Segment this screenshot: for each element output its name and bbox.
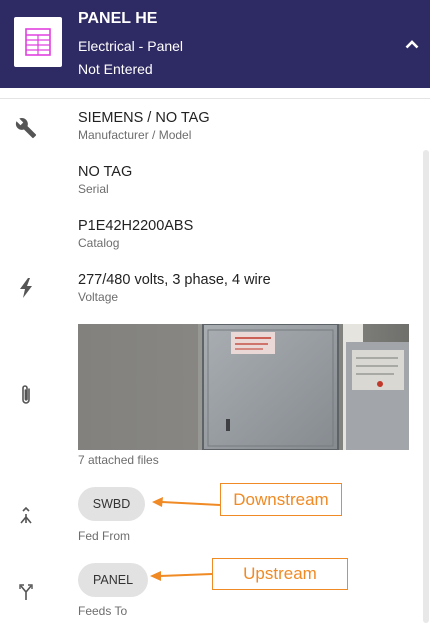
serial-value: NO TAG <box>78 164 133 180</box>
upstream-annotation: Upstream <box>212 558 348 590</box>
paperclip-icon <box>14 383 38 407</box>
merge-arrow-icon <box>14 504 38 528</box>
catalog-label: Catalog <box>78 236 120 250</box>
manufacturer-label: Manufacturer / Model <box>78 128 192 142</box>
asset-status: Not Entered <box>78 61 153 77</box>
collapse-button[interactable] <box>400 34 424 54</box>
downstream-annotation: Downstream <box>220 483 342 516</box>
scrollbar[interactable] <box>423 150 429 623</box>
lightning-bolt-icon <box>14 276 38 300</box>
serial-label: Serial <box>78 182 109 196</box>
attachments-count[interactable]: 7 attached files <box>78 453 159 467</box>
wrench-icon <box>14 116 38 140</box>
feeds-to-label: Feeds To <box>78 604 128 618</box>
fed-from-label: Fed From <box>78 529 131 543</box>
divider <box>0 98 430 99</box>
voltage-value: 277/480 volts, 3 phase, 4 wire <box>78 272 271 288</box>
voltage-label: Voltage <box>78 290 119 304</box>
asset-type: Electrical - Panel <box>78 38 184 54</box>
feeds-to-chip[interactable]: PANEL <box>78 563 148 597</box>
panel-grid-icon <box>14 17 62 67</box>
attachment-photo[interactable] <box>78 324 409 450</box>
asset-header: PANEL HE Electrical - Panel Not Entered <box>0 0 430 88</box>
manufacturer-value: SIEMENS / NO TAG <box>78 110 210 126</box>
split-arrow-icon <box>14 580 38 604</box>
catalog-value: P1E42H2200ABS <box>78 218 194 234</box>
fed-from-chip[interactable]: SWBD <box>78 487 145 521</box>
downstream-arrow <box>152 497 221 507</box>
upstream-arrow <box>150 571 213 581</box>
chevron-up-icon <box>405 40 419 49</box>
asset-title: PANEL HE <box>78 10 158 27</box>
